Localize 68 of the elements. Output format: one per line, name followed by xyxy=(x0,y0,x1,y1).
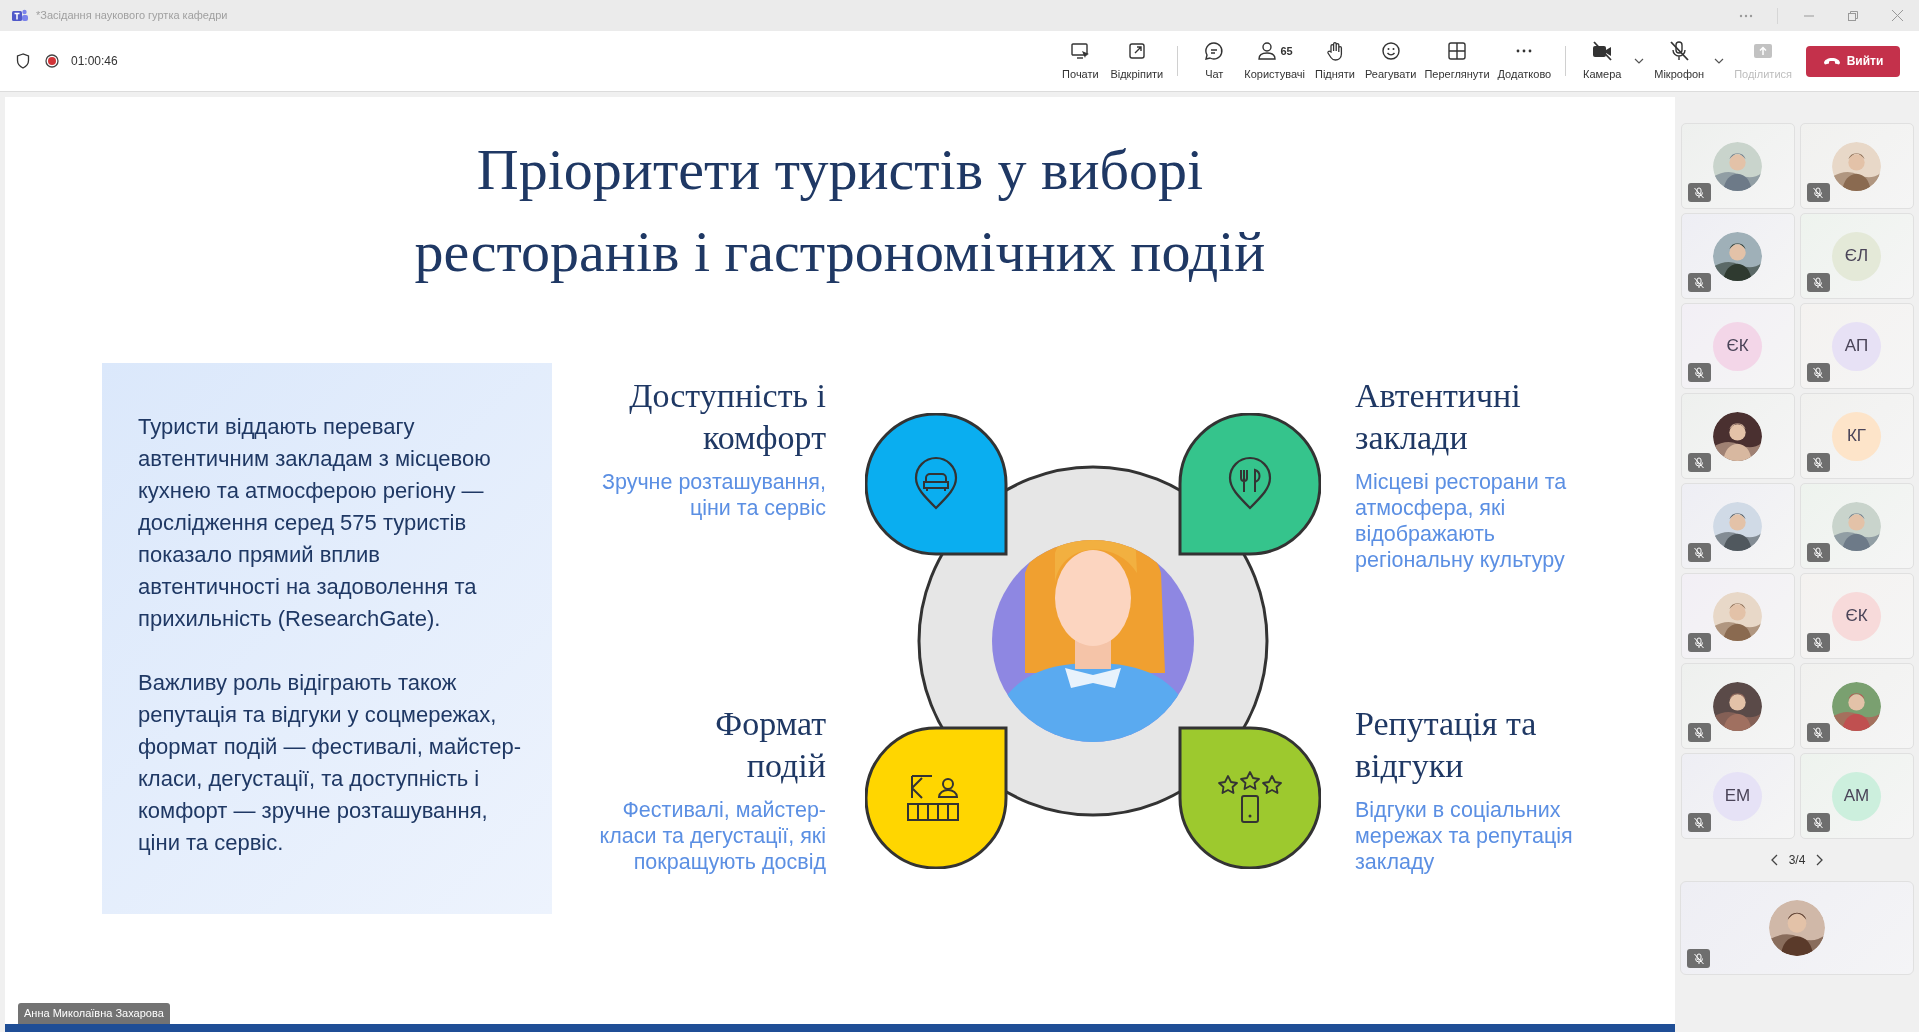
participant-count: 65 xyxy=(1280,43,1293,59)
participant-tile[interactable]: ЕМ xyxy=(1680,753,1795,839)
chat-icon xyxy=(1203,39,1226,62)
next-page-icon[interactable] xyxy=(1815,854,1824,866)
factor-description: Зручне розташування, ціни та сервіс xyxy=(601,469,826,521)
participant-tile[interactable]: КГ xyxy=(1799,393,1914,479)
stars-phone-icon xyxy=(1218,771,1282,823)
hang-up-icon xyxy=(1822,57,1841,65)
participant-tile[interactable]: АМ xyxy=(1799,753,1914,839)
summary-paragraph: Важливу роль відіграють також репутація та відгуки у соцмережах, формат подій — фестивалі, майстер-класи, дегустації, та доступність і комфорт — зручне розташування, ціни та сервіс. xyxy=(138,669,523,857)
presenter-name-tag: Анна Миколаївна Захарова xyxy=(18,1003,170,1024)
participant-tile[interactable] xyxy=(1680,213,1795,299)
participant-tile[interactable] xyxy=(1680,663,1795,749)
participant-tile[interactable] xyxy=(1799,663,1914,749)
toolbar-button[interactable]: 65 Користувачі xyxy=(1240,36,1309,86)
participant-tile[interactable] xyxy=(1799,483,1914,569)
toolbar-button[interactable]: Чат xyxy=(1188,36,1241,86)
participant-tile[interactable]: ЄК xyxy=(1680,303,1795,389)
leave-button[interactable]: Вийти xyxy=(1806,45,1900,77)
teams-logo-icon xyxy=(12,8,28,23)
factor-heading: Репутація та відгуки xyxy=(1355,704,1537,786)
participant-tile[interactable]: ЄК xyxy=(1799,573,1914,659)
factor-heading: Автентичні заклади xyxy=(1355,376,1521,458)
grid-icon xyxy=(1445,39,1468,62)
participant-tile[interactable] xyxy=(1680,573,1795,659)
page-indicator: 3/4 xyxy=(1788,852,1806,869)
toolbar-button[interactable]: Реагувати xyxy=(1361,36,1421,86)
initials-avatar: АМ xyxy=(1832,771,1881,821)
participant-tile[interactable] xyxy=(1799,123,1914,209)
smiley-icon xyxy=(1379,39,1402,62)
toolbar-button[interactable]: Мікрофон xyxy=(1650,36,1709,86)
factor-heading: Формат подій xyxy=(715,704,826,786)
window-title: *Засідання наукового гуртка кафедри xyxy=(36,8,228,24)
toolbar-button[interactable]: Камера xyxy=(1576,36,1629,86)
factor-description: Фестивалі, майстер- класи та дегустації, які покращують досвід xyxy=(599,797,826,875)
meeting-timer: 01:00:46 xyxy=(71,53,118,70)
summary-paragraph: Туристи віддають перевагу автентичним закладам з місцевою кухнею та атмосферою регіону — дослідження серед 575 туристів показало прямий вплив автентичності на задоволення та прихильність (ResearchGate). xyxy=(138,413,492,633)
slide-title: Пріоритети туристів у виборі ресторанів і гастрономічних подій xyxy=(413,136,1267,286)
pin-cutlery-icon xyxy=(1228,456,1272,510)
toolbar-button[interactable]: Переглянути xyxy=(1420,36,1494,86)
initials-avatar: ЄК xyxy=(1713,321,1762,371)
caret-icon[interactable] xyxy=(1634,58,1645,64)
initials-avatar: КГ xyxy=(1832,411,1881,461)
more-icon xyxy=(1516,48,1533,53)
toolbar-button[interactable]: Додатково xyxy=(1493,36,1556,86)
caret-icon[interactable] xyxy=(1714,58,1725,64)
participant-tile[interactable]: АП xyxy=(1799,303,1914,389)
factor-description: Відгуки в соціальних мережах та репутація закладу xyxy=(1355,797,1573,875)
factor-description: Місцеві ресторани та атмосфера, які відображають регіональну культуру xyxy=(1355,469,1567,573)
initials-avatar: ЕМ xyxy=(1713,771,1762,821)
presenter-board-icon xyxy=(907,775,959,821)
initials-avatar: АП xyxy=(1832,321,1881,371)
toolbar-button[interactable]: Почати xyxy=(1054,36,1107,86)
initials-avatar: ЄК xyxy=(1832,591,1881,641)
microphone-icon xyxy=(1668,39,1691,62)
factor-heading: Доступність і комфорт xyxy=(629,376,826,458)
shield-icon[interactable] xyxy=(16,53,30,69)
initials-avatar: ЄЛ xyxy=(1832,231,1881,281)
participant-tile[interactable] xyxy=(1680,123,1795,209)
participant-tile[interactable] xyxy=(1680,393,1795,479)
toolbar-button[interactable]: Підняти xyxy=(1309,36,1361,86)
camera-icon xyxy=(1591,39,1614,62)
participant-tile[interactable] xyxy=(1680,483,1795,569)
pin-armchair-icon xyxy=(914,456,958,510)
participant-tile[interactable]: ЄЛ xyxy=(1799,213,1914,299)
toolbar-button[interactable]: Відкріпити xyxy=(1106,36,1168,86)
previous-page-icon[interactable] xyxy=(1770,854,1779,866)
people-icon xyxy=(1256,39,1279,62)
